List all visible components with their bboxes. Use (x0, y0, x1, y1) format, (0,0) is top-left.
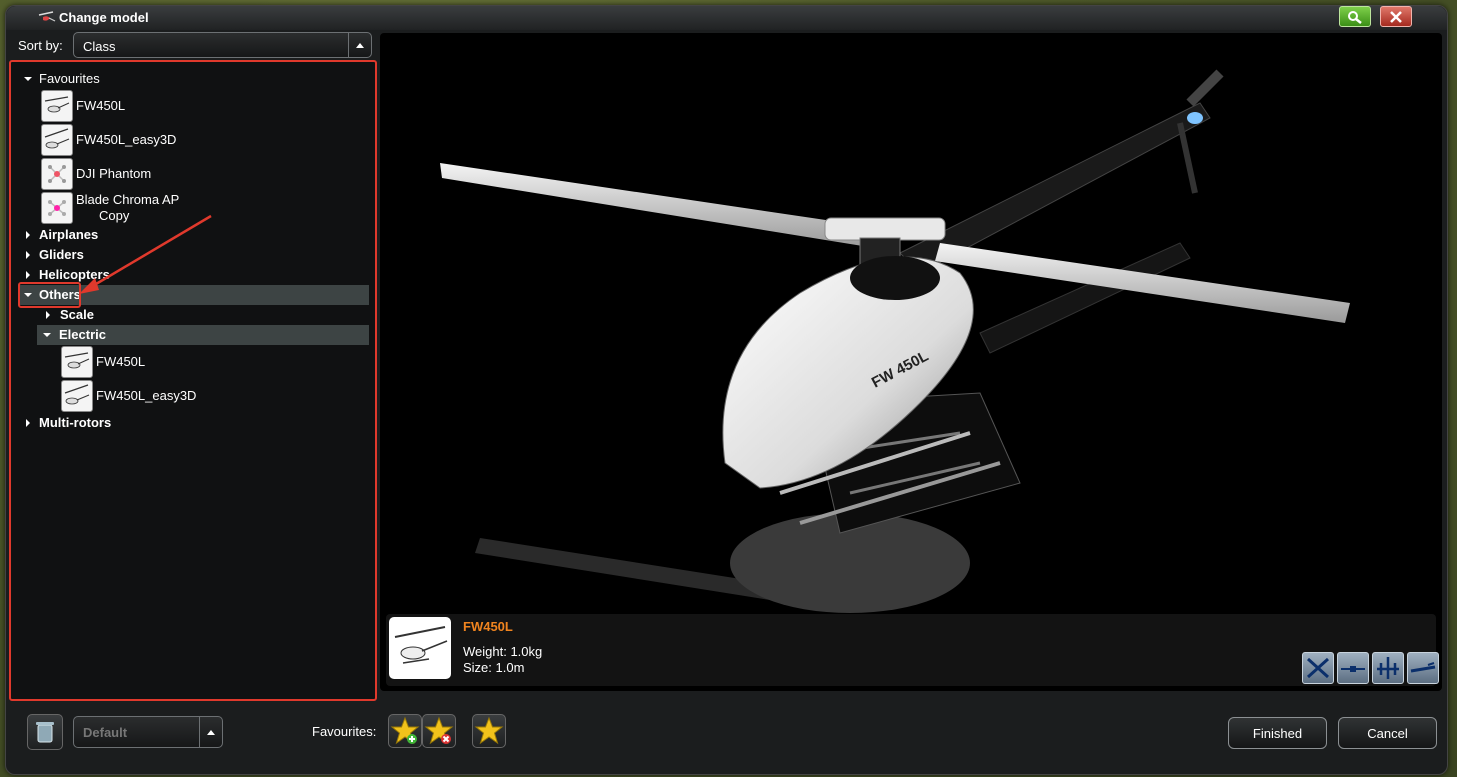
sort-by-select[interactable]: Class (73, 32, 372, 58)
star-add-icon (390, 716, 420, 745)
annotation-arrow (79, 214, 212, 294)
dropdown-arrow-icon (356, 42, 364, 48)
side-view-icon (1341, 666, 1365, 672)
search-button[interactable] (1339, 6, 1371, 27)
helicopter-icon (38, 11, 56, 22)
remove-favourite-button[interactable] (422, 714, 456, 748)
delete-button[interactable] (27, 714, 63, 750)
change-model-window: Change model Sort by: Class Favourites F… (5, 5, 1448, 775)
sort-by-value: Class (83, 39, 116, 54)
cancel-button[interactable]: Cancel (1338, 717, 1437, 749)
model-preview-viewport[interactable]: FW 450L FW450L Weight: 1.0kg Size: 1.0m (380, 33, 1442, 691)
helicopter-icon (394, 626, 448, 664)
selected-model-name: FW450L (463, 619, 513, 634)
dropdown-arrow-icon (207, 729, 215, 735)
finished-button[interactable]: Finished (1228, 717, 1327, 749)
search-icon (1348, 10, 1362, 24)
close-icon (1390, 10, 1402, 23)
view-front-button[interactable] (1372, 652, 1404, 684)
star-remove-icon (424, 716, 454, 745)
selected-model-weight: Weight: 1.0kg (463, 644, 543, 659)
sort-by-label: Sort by: (18, 38, 63, 53)
show-favourites-button[interactable] (472, 714, 506, 748)
rear-view-icon (1410, 662, 1436, 673)
model-tree[interactable]: Favourites FW450L FW450L_easy3D DJI Phan… (9, 60, 377, 701)
trash-icon (36, 722, 54, 743)
view-side-button[interactable] (1337, 652, 1369, 684)
sort-dropdown-arrow[interactable] (348, 33, 371, 57)
selected-model-thumbnail (389, 617, 451, 679)
view-rear-button[interactable] (1407, 652, 1439, 684)
profile-select[interactable]: Default (73, 716, 223, 748)
profile-dropdown-arrow[interactable] (199, 717, 222, 747)
model-info-panel: FW450L Weight: 1.0kg Size: 1.0m (386, 614, 1439, 686)
add-favourite-button[interactable] (388, 714, 422, 748)
top-view-icon (1306, 657, 1330, 679)
selected-model-size: Size: 1.0m (463, 660, 525, 675)
profile-value: Default (83, 725, 128, 740)
window-title: Change model (59, 10, 149, 25)
close-button[interactable] (1380, 6, 1412, 27)
titlebar: Change model (6, 6, 1447, 30)
helicopter-model-render: FW 450L (440, 69, 1350, 688)
front-view-icon (1377, 657, 1399, 679)
star-icon (474, 716, 504, 745)
view-top-button[interactable] (1302, 652, 1334, 684)
favourites-label: Favourites: (312, 724, 377, 739)
